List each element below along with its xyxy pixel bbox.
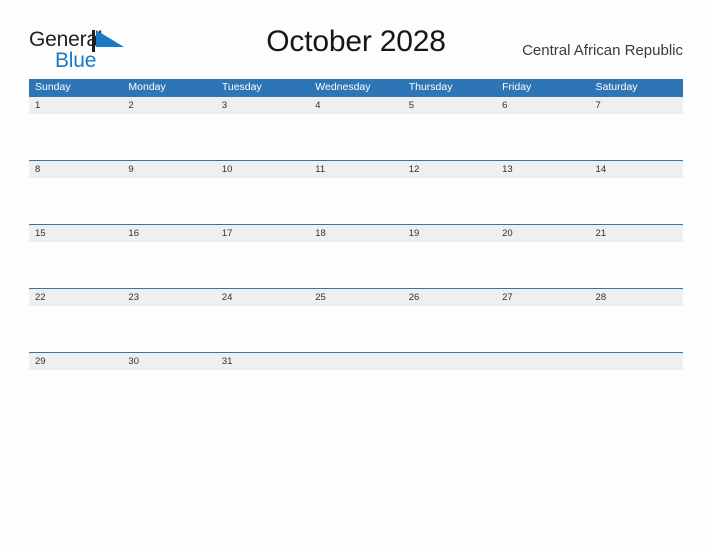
day-number: 13 [502, 164, 513, 175]
calendar-day-cell-empty [590, 353, 683, 416]
calendar-day-cell[interactable]: 3 [216, 97, 309, 160]
calendar-day-cell[interactable]: 8 [29, 161, 122, 224]
calendar-day-cell[interactable]: 24 [216, 289, 309, 352]
calendar-day-cell[interactable]: 11 [309, 161, 402, 224]
day-number: 28 [595, 292, 607, 303]
day-number: 9 [128, 164, 134, 175]
calendar-page: General Blue October 2028 Central Africa… [0, 0, 712, 550]
day-number: 21 [595, 228, 607, 239]
calendar-day-cell-empty [309, 353, 402, 416]
calendar-day-cell[interactable]: 22 [29, 289, 122, 352]
calendar-day-cell[interactable]: 23 [122, 289, 215, 352]
calendar-day-cell[interactable]: 28 [590, 289, 683, 352]
calendar-day-cell[interactable]: 9 [122, 161, 215, 224]
day-number: 15 [35, 228, 46, 239]
day-number: 5 [408, 100, 414, 111]
calendar-day-cell[interactable]: 10 [216, 161, 309, 224]
day-number: 6 [502, 100, 508, 111]
calendar-day-cell[interactable]: 27 [496, 289, 589, 352]
weekday-header-saturday: Saturday [595, 81, 638, 93]
day-number: 23 [128, 292, 139, 303]
day-number: 30 [128, 356, 139, 367]
day-number: 24 [221, 292, 233, 303]
day-number: 4 [315, 100, 321, 111]
country-label: Central African Republic [522, 42, 683, 59]
calendar-day-cell[interactable]: 17 [216, 225, 309, 288]
day-number: 19 [408, 228, 420, 239]
calendar-week-row: 22 23 24 25 26 27 28 [29, 288, 683, 352]
calendar-day-cell[interactable]: 12 [403, 161, 496, 224]
calendar-day-cell[interactable]: 21 [590, 225, 683, 288]
calendar-day-cell[interactable]: 13 [496, 161, 589, 224]
calendar-week-row: 29 30 31 [29, 352, 683, 416]
calendar-day-cell[interactable]: 29 [29, 353, 122, 416]
calendar-week-row: 15 16 17 18 19 20 21 [29, 224, 683, 288]
day-number: 26 [408, 292, 420, 303]
calendar-day-cell[interactable]: 18 [309, 225, 402, 288]
page-header: General Blue October 2028 Central Africa… [29, 25, 683, 73]
calendar-grid: Sunday Monday Tuesday Wednesday Thursday… [29, 79, 683, 416]
calendar-day-cell[interactable]: 15 [29, 225, 122, 288]
day-number: 3 [221, 100, 228, 111]
calendar-day-cell[interactable]: 4 [309, 97, 402, 160]
day-number: 14 [595, 164, 607, 175]
weekday-header-wednesday: Wednesday [315, 81, 371, 93]
calendar-day-cell[interactable]: 2 [122, 97, 215, 160]
calendar-day-cell[interactable]: 26 [403, 289, 496, 352]
calendar-day-cell-empty [496, 353, 589, 416]
day-number: 1 [35, 100, 41, 111]
day-number: 7 [595, 100, 601, 111]
weekday-header-row: Sunday Monday Tuesday Wednesday Thursday… [29, 79, 683, 96]
day-number: 11 [315, 164, 326, 175]
day-number: 31 [221, 356, 233, 367]
day-number: 17 [221, 228, 233, 239]
day-number: 10 [221, 164, 233, 175]
weekday-header-sunday: Sunday [35, 81, 71, 93]
calendar-day-cell[interactable]: 20 [496, 225, 589, 288]
day-number: 12 [408, 164, 420, 175]
weekday-header-monday: Monday [128, 81, 166, 93]
calendar-day-cell[interactable]: 25 [309, 289, 402, 352]
calendar-day-cell-empty [403, 353, 496, 416]
day-number: 16 [128, 228, 139, 239]
calendar-day-cell[interactable]: 1 [29, 97, 122, 160]
calendar-day-cell[interactable]: 14 [590, 161, 683, 224]
day-number: 22 [35, 292, 46, 303]
day-number: 27 [502, 292, 513, 303]
calendar-day-cell[interactable]: 7 [590, 97, 683, 160]
day-number: 2 [128, 100, 134, 111]
day-number: 20 [502, 228, 513, 239]
day-number: 18 [315, 228, 326, 239]
calendar-day-cell[interactable]: 6 [496, 97, 589, 160]
calendar-day-cell[interactable]: 5 [403, 97, 496, 160]
day-number: 29 [35, 356, 46, 367]
calendar-day-cell[interactable]: 16 [122, 225, 215, 288]
weekday-header-friday: Friday [502, 81, 532, 93]
calendar-week-row: 1 2 3 4 5 6 7 [29, 96, 683, 160]
calendar-day-cell[interactable]: 31 [216, 353, 309, 416]
day-number: 8 [35, 164, 41, 175]
day-number: 25 [315, 292, 326, 303]
weekday-header-thursday: Thursday [408, 81, 453, 93]
calendar-week-row: 8 9 10 11 12 13 14 [29, 160, 683, 224]
calendar-day-cell[interactable]: 19 [403, 225, 496, 288]
calendar-day-cell[interactable]: 30 [122, 353, 215, 416]
weekday-header-tuesday: Tuesday [221, 81, 262, 93]
